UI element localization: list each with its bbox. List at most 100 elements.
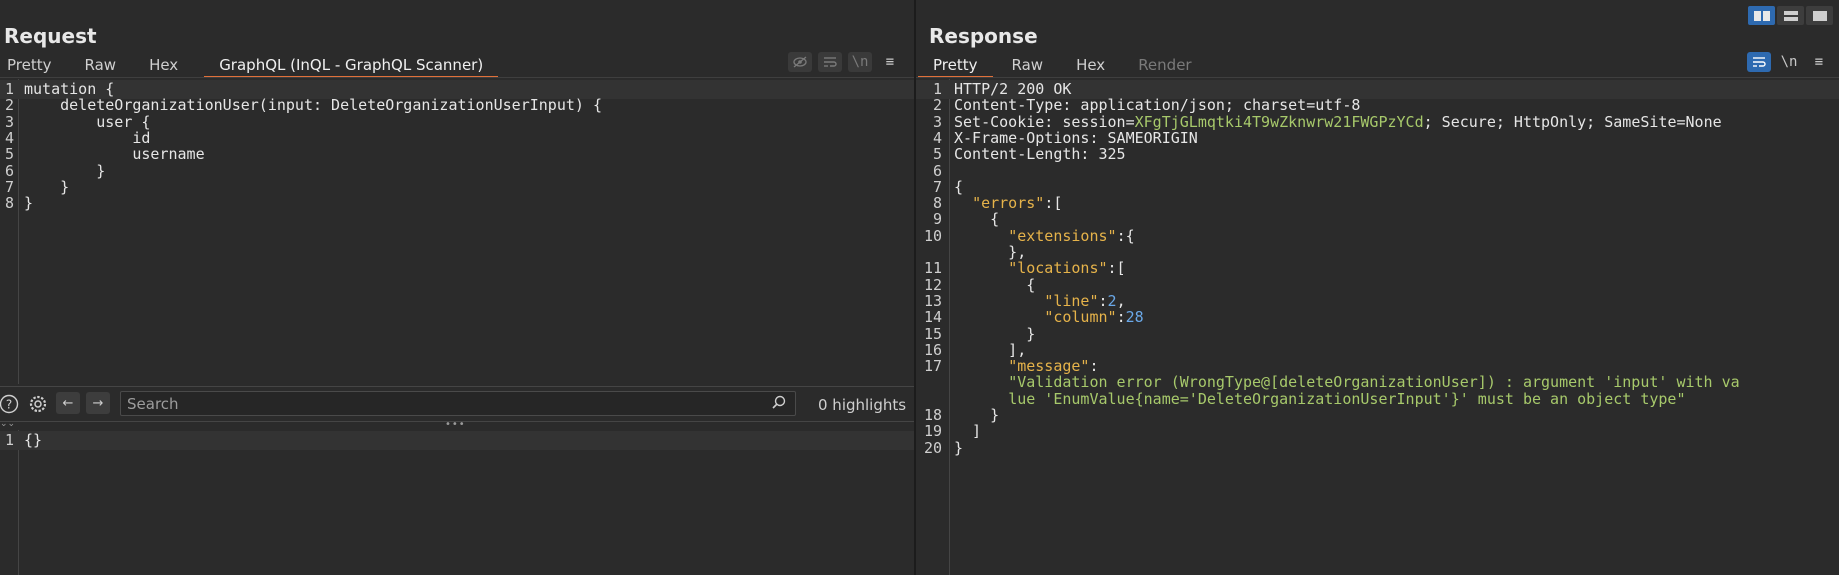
previous-match-button[interactable]: ← — [56, 392, 80, 414]
code-text: Content-Length: 325 — [954, 145, 1126, 163]
code-text: "extensions":{ — [954, 226, 1134, 245]
code-token: "column" — [1044, 308, 1117, 327]
request-toolbar: \n ≡ — [788, 52, 902, 72]
code-text: "locations":[ — [954, 259, 1126, 278]
code-text: "line":2, — [954, 291, 1126, 310]
single-pane-icon[interactable] — [1806, 6, 1833, 25]
line-number: 5 — [4, 145, 14, 164]
code-token: "message" — [1008, 357, 1090, 376]
code-token: Content-Type: application/json; charset=… — [954, 96, 1361, 115]
search-input[interactable] — [120, 391, 796, 416]
code-text: } — [954, 439, 963, 457]
wrap-lines-icon[interactable] — [1747, 52, 1771, 72]
tab-pretty[interactable]: Pretty — [918, 52, 993, 78]
code-token: { — [954, 275, 1036, 294]
help-icon[interactable]: ? — [0, 393, 20, 415]
code-text: Set-Cookie: session=XFgTjGLmqtki4T9wZknw… — [954, 113, 1722, 131]
code-text: } — [24, 161, 106, 180]
gear-icon[interactable] — [27, 393, 49, 415]
code-token: ], — [954, 340, 1027, 359]
code-text: } — [24, 194, 34, 213]
request-title: Request — [4, 24, 97, 48]
code-token: "errors" — [972, 194, 1045, 213]
line-number: 7 — [4, 177, 14, 196]
search-icon — [772, 395, 786, 413]
menu-icon[interactable]: ≡ — [878, 52, 902, 72]
line-number: 11 — [923, 259, 942, 278]
line-number: 12 — [923, 275, 942, 294]
code-token: :[ — [1107, 259, 1126, 278]
line-number: 14 — [923, 308, 942, 327]
next-match-button[interactable]: → — [86, 392, 110, 414]
tab-hex[interactable]: Hex — [1069, 52, 1119, 78]
tab-pretty[interactable]: Pretty — [0, 52, 66, 78]
tab-raw[interactable]: Raw — [78, 52, 131, 78]
code-token: "Validation error (WrongType@[deleteOrga… — [1008, 373, 1740, 392]
line-number: 5 — [932, 145, 942, 164]
code-token: 28 — [1125, 308, 1144, 327]
code-text: ] — [954, 422, 981, 440]
code-line: 8} — [0, 194, 914, 213]
request-editor[interactable]: 1 mutation {2 deleteOrganizationUser(inpu… — [0, 79, 914, 384]
tab-graphql[interactable]: GraphQL (InQL - GraphQL Scanner) — [204, 52, 499, 78]
response-editor[interactable]: 1 HTTP/2 200 OK 2 Content-Type: application… — [916, 79, 1839, 575]
code-token: ; Secure; HttpOnly; SameSite=None — [1423, 112, 1722, 131]
eye-off-icon[interactable] — [788, 52, 812, 72]
line-number: 2 — [932, 96, 942, 115]
request-tabs: Pretty Raw Hex GraphQL (InQL - GraphQL S… — [0, 52, 510, 78]
code-token: , — [1116, 291, 1126, 310]
code-text: Content-Type: application/json; charset=… — [954, 96, 1360, 114]
code-token: X-Frame-Options: SAMEORIGIN — [954, 128, 1198, 147]
code-token: : — [1089, 357, 1099, 376]
line-number: 20 — [923, 438, 942, 457]
layout-switcher — [1748, 6, 1833, 25]
response-tabs: Pretty Raw Hex Render — [918, 52, 1218, 78]
line-number: 6 — [932, 161, 942, 180]
code-token: Content-Length: 325 — [954, 145, 1126, 164]
code-text: id — [24, 128, 151, 147]
split-vertical-icon[interactable] — [1777, 6, 1804, 25]
line-number: 19 — [923, 422, 942, 441]
line-number: 18 — [923, 406, 942, 424]
code-text: user { — [24, 112, 151, 131]
wrap-lines-icon[interactable] — [818, 52, 842, 72]
code-text: username — [24, 145, 205, 164]
code-token: "extensions" — [1008, 226, 1117, 245]
response-title: Response — [929, 24, 1038, 48]
line-number: 1 — [4, 80, 14, 98]
code-text: } — [954, 325, 1035, 343]
tabs-divider — [0, 77, 914, 78]
drag-handle-icon[interactable]: ••• — [445, 419, 466, 430]
code-text: { — [954, 276, 1035, 294]
code-token: :[ — [1044, 194, 1063, 213]
code-text: deleteOrganizationUser(input: DeleteOrga… — [24, 96, 602, 115]
code-text: { — [954, 210, 999, 228]
svg-text:?: ? — [6, 398, 12, 412]
request-pane: Request Pretty Raw Hex GraphQL (InQL - G… — [0, 0, 914, 575]
variables-editor[interactable]: 1 {} — [0, 430, 914, 575]
tabs-divider — [916, 77, 1839, 78]
line-number: 13 — [923, 291, 942, 310]
line-number: 10 — [923, 226, 942, 245]
tab-hex[interactable]: Hex — [142, 52, 192, 78]
split-horizontal-icon[interactable] — [1748, 6, 1775, 25]
menu-icon[interactable]: ≡ — [1807, 52, 1831, 72]
line-number: 17 — [923, 357, 942, 376]
tab-raw[interactable]: Raw — [1005, 52, 1058, 78]
newline-icon[interactable]: \n — [1777, 52, 1801, 72]
code-token: XFgTjGLmqtki4T9wZknwrw21FWGPzYCd — [1134, 112, 1424, 131]
tab-render[interactable]: Render — [1131, 52, 1205, 78]
collapse-icon[interactable]: ⌄⌄ — [0, 419, 15, 429]
newline-icon[interactable]: \n — [848, 52, 872, 72]
line-number: 4 — [932, 128, 942, 147]
line-number: 8 — [4, 194, 14, 213]
response-toolbar: \n ≡ — [1747, 52, 1831, 72]
code-text: "errors":[ — [954, 194, 1062, 212]
code-text: } — [24, 177, 70, 196]
code-text: }, — [954, 243, 1026, 261]
